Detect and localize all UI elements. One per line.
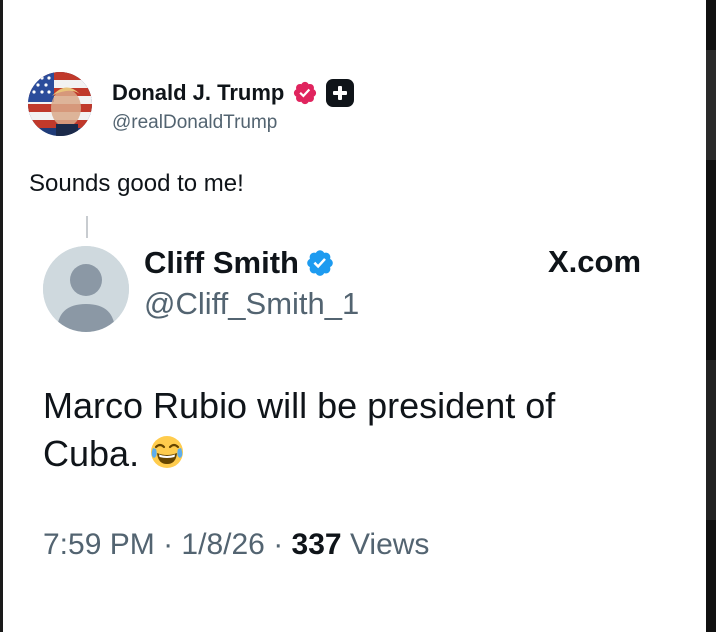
outer-author-name[interactable]: Donald J. Trump: [112, 80, 284, 106]
tweet-time[interactable]: 7:59 PM: [43, 528, 155, 561]
thread-connector: [86, 216, 88, 238]
outer-tweet-text: Sounds good to me!: [29, 170, 244, 197]
plus-icon: [326, 79, 355, 107]
views-count[interactable]: 337: [292, 528, 342, 561]
outer-author-avatar[interactable]: [28, 72, 92, 136]
outer-author-name-row: Donald J. Trump: [112, 78, 355, 108]
tweet-meta: 7:59 PM · 1/8/26 · 337 Views: [43, 528, 429, 562]
views-label: Views: [349, 528, 430, 561]
screenshot-frame: Donald J. Trump @realDonaldTrump Sounds …: [0, 0, 716, 632]
verified-badge-icon: [292, 80, 318, 106]
separator: ·: [273, 528, 284, 561]
right-edge-strip: [706, 0, 716, 632]
quoted-tweet-body: Marco Rubio will be president of Cuba.: [43, 385, 556, 474]
left-border: [0, 0, 3, 632]
quoted-author-handle[interactable]: @Cliff_Smith_1: [144, 286, 359, 322]
source-watermark: X.com: [548, 244, 642, 279]
tweet-date[interactable]: 1/8/26: [181, 528, 264, 561]
quoted-author-name[interactable]: Cliff Smith: [144, 245, 299, 281]
quoted-author-name-row: Cliff Smith: [144, 244, 335, 282]
outer-author-handle[interactable]: @realDonaldTrump: [112, 112, 277, 134]
separator: ·: [163, 528, 174, 561]
verified-badge-icon: [305, 248, 335, 278]
face-with-tears-of-joy-icon: [149, 434, 185, 470]
quoted-tweet-text: Marco Rubio will be president of Cuba.: [43, 382, 643, 478]
quoted-author-avatar[interactable]: [43, 246, 129, 332]
